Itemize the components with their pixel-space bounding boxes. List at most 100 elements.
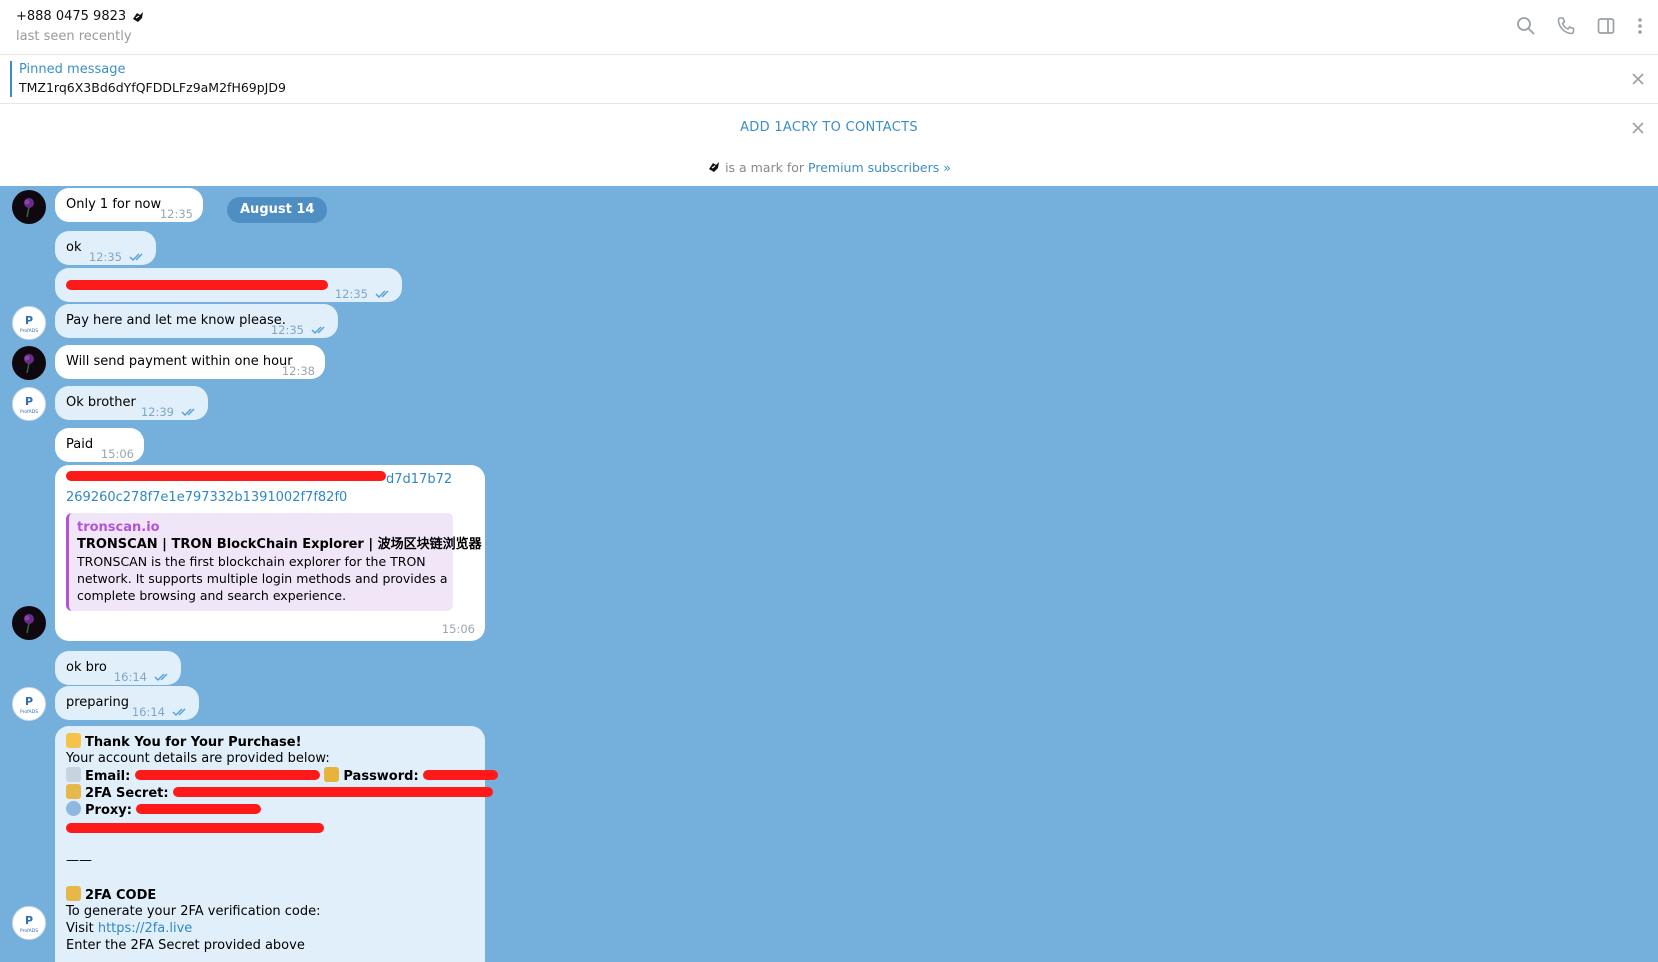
chat-history[interactable]: August 14 Only 1 for now 12:35 ok 12:35 …: [0, 186, 1658, 962]
message-bubble[interactable]: Will send payment within one hour 12:38: [55, 345, 325, 379]
read-ticks-icon: [181, 408, 195, 416]
password-label: Password:: [343, 769, 419, 784]
profads-logo-icon: PProfADS: [20, 314, 38, 334]
message-time: 15:06: [100, 447, 134, 461]
message-bubble[interactable]: ok 12:35: [55, 231, 156, 265]
message-time: 16:14: [113, 670, 147, 684]
message-bubble[interactable]: 12:35: [55, 268, 402, 302]
message-bubble[interactable]: Only 1 for now 12:35: [55, 188, 203, 222]
last-line: Enter the 2FA Secret provided above: [66, 938, 305, 953]
message-bubble[interactable]: Thank You for Your Purchase! Your accoun…: [55, 726, 499, 962]
profads-logo-icon: PProfADS: [20, 695, 38, 715]
more-vertical-icon[interactable]: [1636, 16, 1644, 36]
message-text: preparing: [66, 695, 129, 710]
message-time: 12:35: [270, 323, 304, 337]
party-popper-icon: [66, 733, 81, 748]
phone-icon[interactable]: [1556, 16, 1576, 36]
message-text: Will send payment within one hour: [66, 354, 293, 369]
globe-icon: [66, 801, 81, 816]
message-bubble[interactable]: d7d17b72 269260c278f7e1e797332b1391002f7…: [55, 465, 485, 641]
pinned-accent-bar: [10, 61, 12, 97]
svg-text:P: P: [25, 314, 33, 327]
redaction-mark: [173, 787, 494, 797]
email-label: Email:: [85, 769, 131, 784]
read-ticks-icon: [311, 326, 325, 334]
link-text-line2[interactable]: 269260c278f7e1e797332b1391002f7f82f0: [66, 490, 347, 505]
avatar[interactable]: P ProfADS: [12, 387, 46, 421]
svg-text:ProfADS: ProfADS: [20, 328, 38, 334]
link-text-line1[interactable]: d7d17b72: [386, 472, 452, 487]
message-time: 12:38: [281, 364, 315, 378]
avatar[interactable]: P ProfADS: [12, 306, 46, 340]
close-pinned-icon[interactable]: [1630, 71, 1646, 87]
premium-badge-icon: [133, 11, 144, 22]
preview-title: TRONSCAN | TRON BlockChain Explorer | 波场…: [77, 537, 482, 552]
message-time: 12:35: [334, 287, 368, 301]
date-pill: August 14: [227, 197, 328, 223]
pinned-message-bar[interactable]: Pinned message TMZ1rq6X3Bd6dYfQFDDLFz9aM…: [0, 55, 1658, 104]
svg-text:P: P: [25, 695, 33, 708]
avatar[interactable]: [12, 190, 46, 224]
code-intro: To generate your 2FA verification code:: [66, 904, 321, 919]
profads-logo-icon: PProfADS: [20, 395, 38, 415]
2fa-live-link[interactable]: https://2fa.live: [98, 921, 192, 936]
preview-site: tronscan.io: [77, 520, 160, 535]
message-time: 15:06: [441, 622, 475, 636]
search-icon[interactable]: [1516, 16, 1536, 36]
contact-name-row[interactable]: +888 0475 9823: [16, 9, 145, 24]
read-ticks-icon: [172, 708, 186, 716]
message-bubble[interactable]: ok bro 16:14: [55, 651, 181, 685]
proxy-label: Proxy:: [85, 803, 132, 818]
premium-note-text: is a mark for: [725, 160, 805, 175]
redaction-mark: [66, 823, 324, 833]
avatar[interactable]: P ProfADS: [12, 906, 46, 940]
message-bubble[interactable]: Paid 15:06: [55, 428, 144, 462]
visit-line: Visit https://2fa.live: [66, 920, 192, 938]
lock-icon: [66, 784, 81, 799]
link-preview[interactable]: tronscan.io TRONSCAN | TRON BlockChain E…: [66, 513, 482, 611]
add-contact-bar: ADD 1ACRY TO CONTACTS is a mark for Prem…: [0, 104, 1658, 186]
add-to-contacts-button[interactable]: ADD 1ACRY TO CONTACTS: [0, 120, 1658, 135]
visit-label: Visit: [66, 921, 94, 936]
message-bubble[interactable]: preparing 16:14: [55, 686, 199, 720]
lock-icon: [66, 886, 81, 901]
message-time: 12:39: [140, 405, 174, 419]
separator: ——: [66, 853, 92, 868]
purchase-intro: Your account details are provided below:: [66, 751, 330, 766]
envelope-icon: [66, 767, 81, 782]
message-time: 16:14: [131, 705, 165, 719]
key-icon: [324, 767, 340, 782]
rose-avatar-icon: [24, 614, 34, 634]
premium-badge-icon: [709, 162, 720, 172]
message-bubble[interactable]: Pay here and let me know please. 12:35: [55, 304, 338, 338]
redaction-mark: [423, 770, 499, 780]
message-text: Pay here and let me know please.: [66, 313, 286, 328]
proxy-line: Proxy:: [66, 801, 262, 820]
message-time: 12:35: [88, 250, 122, 264]
svg-text:ProfADS: ProfADS: [20, 409, 38, 415]
message-bubble[interactable]: Ok brother 12:39: [55, 386, 208, 420]
avatar[interactable]: [12, 606, 46, 640]
profads-logo-icon: PProfADS: [20, 914, 38, 934]
secret-label: 2FA Secret:: [85, 786, 169, 801]
redaction-mark: [66, 280, 328, 290]
message-text: ok: [66, 240, 82, 255]
chat-header: +888 0475 9823 last seen recently: [0, 0, 1658, 55]
avatar[interactable]: P ProfADS: [12, 687, 46, 721]
purchase-heading: Thank You for Your Purchase!: [85, 735, 302, 750]
tronscan-link[interactable]: d7d17b72 269260c278f7e1e797332b1391002f7…: [66, 471, 452, 507]
pinned-text: TMZ1rq6X3Bd6dYfQFDDLFz9aM2fH69pJD9: [19, 80, 286, 95]
pinned-title: Pinned message: [19, 62, 126, 77]
contact-name[interactable]: +888 0475 9823: [16, 9, 126, 24]
premium-subscribers-link[interactable]: Premium subscribers »: [808, 160, 951, 175]
message-time: 12:35: [159, 207, 193, 221]
read-ticks-icon: [154, 673, 168, 681]
redaction-mark: [134, 770, 320, 780]
rose-avatar-icon: [24, 354, 34, 374]
avatar[interactable]: [12, 346, 46, 380]
preview-description: TRONSCAN is the first blockchain explore…: [77, 554, 448, 603]
close-add-contact-icon[interactable]: [1630, 120, 1646, 136]
redaction-mark: [66, 471, 386, 481]
sidebar-toggle-icon[interactable]: [1596, 16, 1616, 36]
svg-text:P: P: [25, 914, 33, 927]
